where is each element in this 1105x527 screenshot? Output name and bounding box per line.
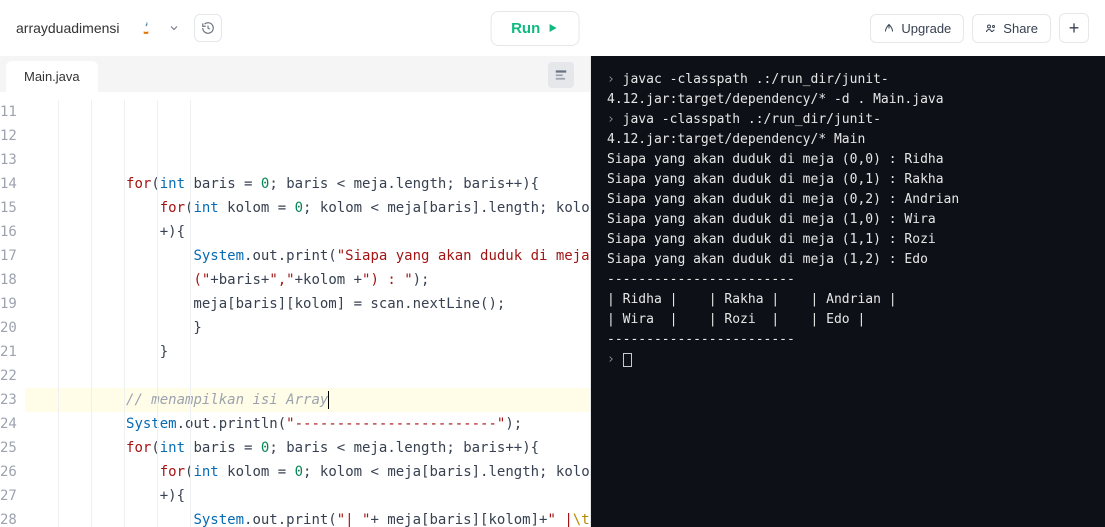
line-number: 11 xyxy=(0,100,17,124)
code-line xyxy=(25,364,590,388)
tab-main-java[interactable]: Main.java xyxy=(6,61,98,92)
project-name[interactable]: arrayduadimensi xyxy=(16,20,120,36)
line-number: 12 xyxy=(0,124,17,148)
line-number: 28 xyxy=(0,508,17,527)
history-icon[interactable] xyxy=(194,14,222,42)
line-number: 21 xyxy=(0,340,17,364)
header-actions: Upgrade Share + xyxy=(870,13,1089,43)
line-number: 20 xyxy=(0,316,17,340)
code-line: System.out.println("--------------------… xyxy=(25,412,590,436)
rocket-icon xyxy=(883,22,895,34)
code-editor[interactable]: 111213141516171819202122232425262728 for… xyxy=(0,92,590,527)
play-icon xyxy=(546,22,558,34)
line-number: 13 xyxy=(0,148,17,172)
editor-pane: Main.java 111213141516171819202122232425… xyxy=(0,56,591,527)
markdown-toggle-icon[interactable] xyxy=(548,62,574,88)
line-number: 24 xyxy=(0,412,17,436)
code-line: for(int kolom = 0; kolom < meja[baris].l… xyxy=(25,460,590,508)
line-number: 17 xyxy=(0,244,17,268)
line-number: 25 xyxy=(0,436,17,460)
line-number: 15 xyxy=(0,196,17,220)
people-icon xyxy=(985,22,997,34)
line-number: 22 xyxy=(0,364,17,388)
share-button[interactable]: Share xyxy=(972,14,1051,43)
code-line: for(int kolom = 0; kolom < meja[baris].l… xyxy=(25,196,590,244)
chevron-down-icon[interactable] xyxy=(160,14,188,42)
main: Main.java 111213141516171819202122232425… xyxy=(0,56,1105,527)
code-text: for(int baris = 0; baris < meja.length; … xyxy=(25,92,590,527)
code-line: System.out.print("| "+ meja[baris][kolom… xyxy=(25,508,590,527)
code-line: } xyxy=(25,316,590,340)
tabs-bar: Main.java xyxy=(0,56,590,92)
code-line: // menampilkan isi Array xyxy=(25,388,590,412)
java-lang-icon[interactable] xyxy=(132,14,160,42)
run-button[interactable]: Run xyxy=(490,11,579,46)
code-line: System.out.print("Siapa yang akan duduk … xyxy=(25,244,590,292)
console-output[interactable]: › javac -classpath .:/run_dir/junit-4.12… xyxy=(591,56,1105,527)
line-number: 18 xyxy=(0,268,17,292)
line-number: 26 xyxy=(0,460,17,484)
code-line: meja[baris][kolom] = scan.nextLine(); xyxy=(25,292,590,316)
add-button[interactable]: + xyxy=(1059,13,1089,43)
line-number: 27 xyxy=(0,484,17,508)
line-number: 16 xyxy=(0,220,17,244)
run-label: Run xyxy=(511,20,540,37)
line-number: 14 xyxy=(0,172,17,196)
line-number: 19 xyxy=(0,292,17,316)
header: arrayduadimensi Run Upgrade Share + xyxy=(0,0,1105,56)
code-line: } xyxy=(25,340,590,364)
line-number: 23 xyxy=(0,388,17,412)
code-line: for(int baris = 0; baris < meja.length; … xyxy=(25,172,590,196)
upgrade-button[interactable]: Upgrade xyxy=(870,14,964,43)
line-gutter: 111213141516171819202122232425262728 xyxy=(0,92,25,527)
code-line: for(int baris = 0; baris < meja.length; … xyxy=(25,436,590,460)
